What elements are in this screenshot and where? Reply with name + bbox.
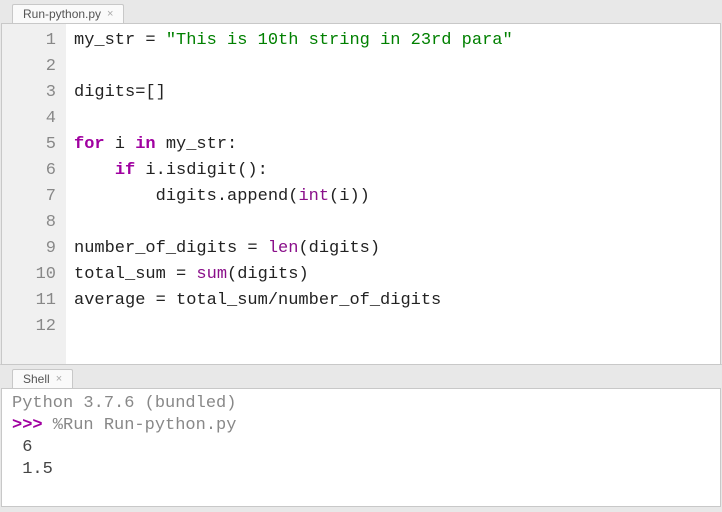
line-number: 12	[2, 314, 56, 340]
shell-tab-label: Shell	[23, 372, 50, 386]
editor-tab-bar: Run-python.py ×	[0, 0, 722, 23]
line-number: 1	[2, 28, 56, 54]
close-icon[interactable]: ×	[56, 373, 62, 385]
code-line: my_str = "This is 10th string in 23rd pa…	[74, 28, 513, 54]
code-line: digits=[]	[74, 80, 513, 106]
shell-tab[interactable]: Shell ×	[12, 369, 73, 388]
code-line	[74, 54, 513, 80]
code-line: total_sum = sum(digits)	[74, 262, 513, 288]
code-editor[interactable]: my_str = "This is 10th string in 23rd pa…	[66, 24, 513, 364]
code-line	[74, 314, 513, 340]
line-number: 11	[2, 288, 56, 314]
line-number: 3	[2, 80, 56, 106]
shell-pane: Shell × Python 3.7.6 (bundled)>>> %Run R…	[0, 365, 722, 512]
shell-result: 1.5	[12, 459, 710, 481]
code-line: average = total_sum/number_of_digits	[74, 288, 513, 314]
shell-banner: Python 3.7.6 (bundled)	[12, 393, 710, 415]
code-line	[74, 210, 513, 236]
editor-pane: Run-python.py × 1 2 3 4 5 6 7 8 9 10 11 …	[0, 0, 722, 365]
code-line: number_of_digits = len(digits)	[74, 236, 513, 262]
code-line: digits.append(int(i))	[74, 184, 513, 210]
line-number: 7	[2, 184, 56, 210]
code-line: for i in my_str:	[74, 132, 513, 158]
shell-line: >>> %Run Run-python.py	[12, 415, 710, 437]
close-icon[interactable]: ×	[107, 8, 113, 20]
code-container: 1 2 3 4 5 6 7 8 9 10 11 12 my_str = "Thi…	[1, 23, 721, 365]
line-number: 6	[2, 158, 56, 184]
line-number: 10	[2, 262, 56, 288]
line-number: 2	[2, 54, 56, 80]
code-line: if i.isdigit():	[74, 158, 513, 184]
shell-tab-bar: Shell ×	[0, 365, 722, 388]
editor-tab-label: Run-python.py	[23, 7, 101, 21]
line-number: 8	[2, 210, 56, 236]
line-number: 5	[2, 132, 56, 158]
shell-result: 6	[12, 437, 710, 459]
line-number: 4	[2, 106, 56, 132]
code-line	[74, 106, 513, 132]
shell-prompt: >>>	[12, 416, 43, 435]
editor-tab[interactable]: Run-python.py ×	[12, 4, 124, 23]
shell-output[interactable]: Python 3.7.6 (bundled)>>> %Run Run-pytho…	[1, 388, 721, 507]
line-gutter: 1 2 3 4 5 6 7 8 9 10 11 12	[2, 24, 66, 364]
line-number: 9	[2, 236, 56, 262]
